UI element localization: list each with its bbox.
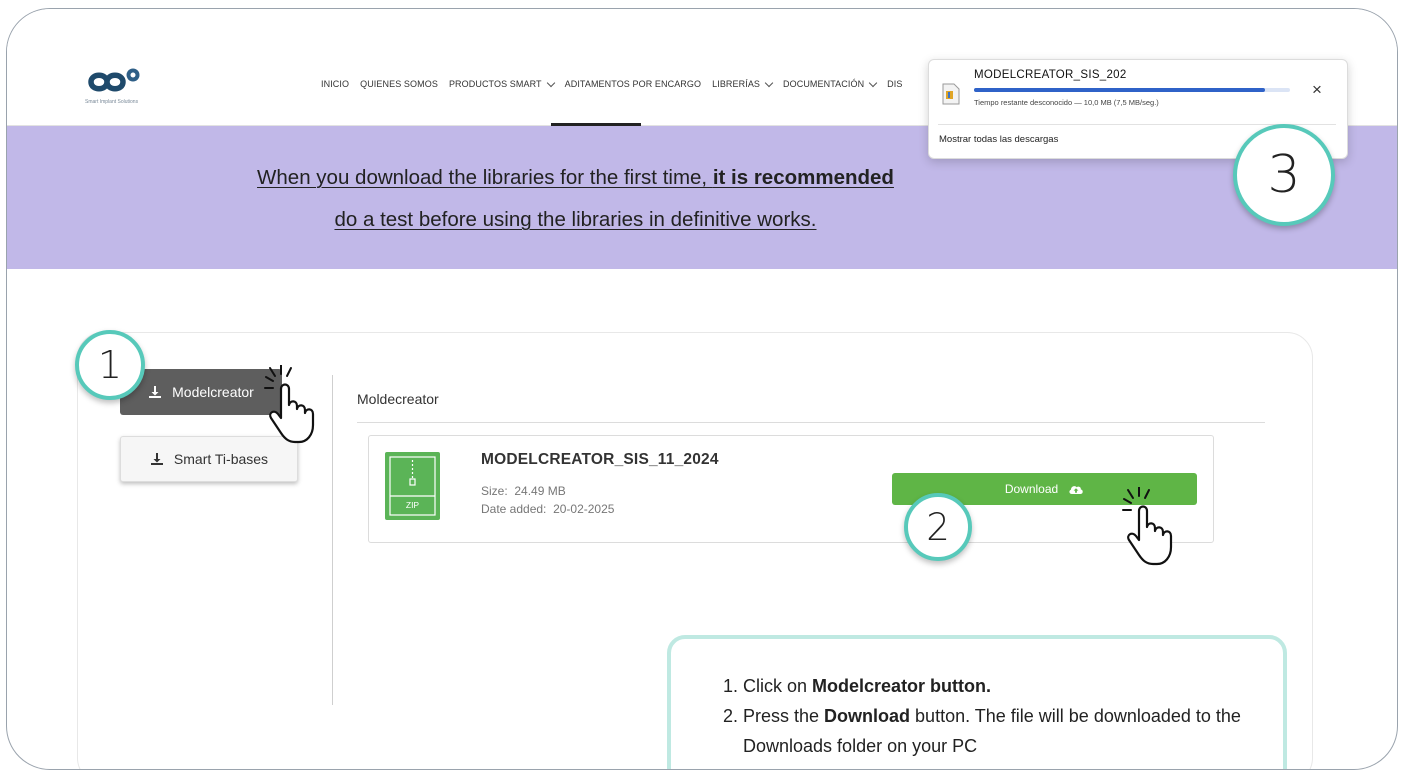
file-entry: ZIP MODELCREATOR_SIS_11_2024 Size: 24.49… — [368, 435, 1214, 543]
nav-item-dis[interactable]: DIS — [887, 79, 902, 89]
instruction-number: 2. — [723, 706, 739, 726]
file-size-label: Size: — [481, 484, 508, 498]
banner-line-1: When you download the libraries for the … — [7, 166, 1144, 190]
download-progress-fill — [974, 88, 1265, 92]
banner-text-plain: When you download the libraries for the … — [257, 166, 713, 189]
nav-item-label: ADITAMENTOS POR ENCARGO — [564, 79, 702, 89]
nav-item-inicio[interactable]: INICIO — [321, 79, 349, 89]
nav-item-label: DIS — [887, 79, 903, 89]
nav-item-librerías[interactable]: LIBRERÍAS — [712, 78, 774, 89]
banner-line-2: do a test before using the libraries in … — [334, 208, 817, 231]
pointing-hand-icon — [1122, 487, 1173, 566]
file-name: MODELCREATOR_SIS_11_2024 — [481, 451, 719, 468]
nav-item-quienes-somos[interactable]: QUIENES SOMOS — [360, 79, 438, 89]
pointing-hand-icon — [264, 365, 315, 444]
instruction-number: 1. — [723, 676, 739, 696]
show-all-downloads-link[interactable]: Mostrar todas las descargas — [939, 134, 1058, 145]
instruction-item: 2. Press the Download button. The file wi… — [723, 701, 1263, 761]
nav-item-label: DOCUMENTACIÓN — [783, 79, 865, 89]
logo-infinity-icon — [88, 68, 140, 92]
file-date: Date added: 20-02-2025 — [481, 502, 614, 516]
instruction-bold-text: Download — [824, 706, 911, 726]
file-icon — [942, 83, 960, 105]
close-icon[interactable]: × — [1309, 81, 1325, 98]
step-3-badge: 3 — [1233, 124, 1335, 226]
site-logo[interactable]: Smart Implant Solutions — [85, 65, 175, 125]
file-size: Size: 24.49 MB — [481, 484, 566, 498]
file-date-label: Date added: — [481, 502, 547, 516]
nav-item-label: LIBRERÍAS — [712, 79, 761, 89]
file-date-value: 20-02-2025 — [553, 502, 615, 516]
nav-item-documentación[interactable]: DOCUMENTACIÓN — [783, 78, 878, 89]
download-tray-icon — [149, 386, 162, 398]
nav-item-productos-smart[interactable]: PRODUCTOS SMART — [448, 78, 555, 89]
modelcreator-button[interactable]: Modelcreator — [120, 369, 282, 415]
nav-item-label: QUIENES SOMOS — [360, 79, 438, 89]
chevron-down-icon — [546, 78, 555, 87]
download-tray-icon — [150, 453, 163, 465]
zip-file-icon: ZIP — [385, 452, 440, 520]
chevron-down-icon — [764, 78, 774, 87]
section-divider — [357, 422, 1265, 423]
instruction-bold-text: Modelcreator button. — [812, 676, 992, 696]
cloud-upload-icon — [1069, 485, 1083, 494]
browser-frame: Smart Implant Solutions INICIO QUIENES SO… — [6, 8, 1398, 770]
logo-subtitle: Smart Implant Solutions — [85, 99, 139, 105]
chevron-down-icon — [868, 78, 878, 87]
download-progress-bar — [974, 88, 1290, 92]
instructions-box: 1. Click on Modelcreator button. 2. Press t… — [667, 635, 1287, 769]
nav-item-aditamentos-por-encargo[interactable]: ADITAMENTOS POR ENCARGO — [565, 79, 701, 89]
section-title: Moldecreator — [357, 391, 439, 407]
step-1-badge: 1 — [75, 330, 145, 400]
instruction-text: Press the — [743, 706, 825, 726]
instruction-text: Click on — [743, 676, 813, 696]
file-size-value: 24.49 MB — [514, 484, 566, 498]
modelcreator-button-label: Modelcreator — [172, 384, 254, 400]
download-button-label: Download — [1004, 482, 1059, 496]
instruction-item: 1. Click on Modelcreator button. — [723, 671, 1263, 701]
download-status: Tiempo restante desconocido — 10,0 MB (7… — [974, 98, 1159, 107]
instructions-list: 1. Click on Modelcreator button. 2. Press t… — [723, 671, 1263, 761]
smart-ti-bases-button-label: Smart Ti-bases — [173, 451, 269, 467]
banner-text-bold: it is recommended — [712, 166, 894, 189]
download-file-name[interactable]: MODELCREATOR_SIS_202 — [974, 69, 1127, 81]
zip-type-label: ZIP — [405, 500, 420, 510]
step-2-badge: 2 — [904, 493, 972, 561]
main-nav: INICIO QUIENES SOMOS PRODUCTOS SMART ADITAM… — [321, 78, 902, 89]
nav-item-label: PRODUCTOS SMART — [448, 79, 542, 89]
nav-item-label: INICIO — [321, 79, 350, 89]
